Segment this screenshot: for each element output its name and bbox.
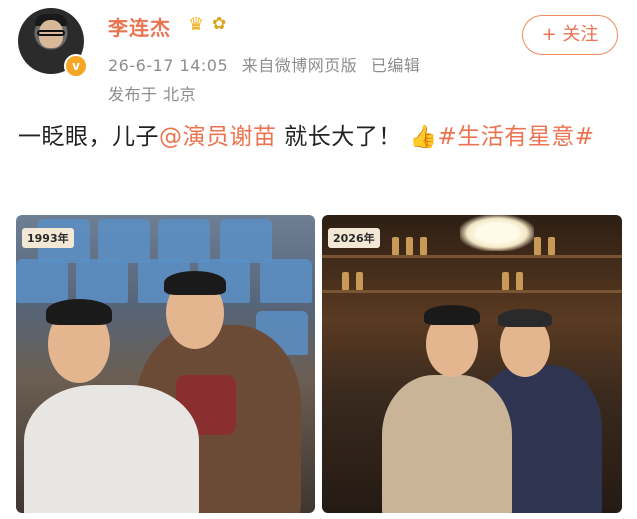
- post-text: 一眨眼，儿子@演员谢苗 就长大了！ 👍#生活有星意#: [18, 118, 624, 157]
- crown-icon[interactable]: ♛: [188, 14, 204, 35]
- child-hair: [46, 299, 112, 325]
- stadium-seat: [16, 259, 68, 303]
- younger-man-hair: [424, 305, 480, 325]
- bar-shelf: [322, 290, 622, 293]
- bottle: [502, 272, 509, 290]
- mention-link[interactable]: @演员谢苗: [159, 124, 277, 150]
- stadium-seat: [98, 219, 150, 263]
- bottle: [356, 272, 363, 290]
- follow-button[interactable]: + 关注: [522, 15, 618, 55]
- hashtag-link[interactable]: #生活有星意#: [438, 124, 595, 150]
- year-tag: 2026年: [328, 228, 380, 248]
- edited-label[interactable]: 已编辑: [371, 56, 421, 75]
- stadium-seat: [76, 259, 128, 303]
- stadium-seat: [260, 259, 312, 303]
- bottle: [342, 272, 349, 290]
- bottle: [516, 272, 523, 290]
- younger-man-figure: [382, 375, 512, 513]
- post-text-before: 一眨眼，儿子: [18, 124, 159, 150]
- bottle: [548, 237, 555, 255]
- photo-1993[interactable]: 1993年: [16, 215, 315, 513]
- bottle: [392, 237, 399, 255]
- avatar-glasses: [37, 30, 65, 36]
- bar-shelf: [322, 255, 622, 258]
- post-time[interactable]: 26-6-17 14:05: [108, 56, 228, 75]
- post-text-after: 就长大了！: [276, 124, 402, 150]
- bottle: [406, 237, 413, 255]
- bottle: [534, 237, 541, 255]
- flower-icon[interactable]: ✿: [212, 14, 226, 34]
- username[interactable]: 李连杰: [108, 12, 171, 41]
- thumbs-up-icon: 👍: [409, 125, 438, 150]
- stadium-seat: [158, 219, 210, 263]
- post-location: 发布于 北京: [108, 85, 197, 104]
- adult-hair: [164, 271, 226, 295]
- studio-lamp: [460, 215, 534, 251]
- older-man-hair: [498, 309, 552, 327]
- verified-badge-icon: v: [64, 54, 88, 78]
- post-meta: 26-6-17 14:05 来自微博网页版 已编辑: [108, 52, 428, 76]
- year-tag: 1993年: [22, 228, 74, 248]
- child-figure: [24, 385, 199, 513]
- bottle: [420, 237, 427, 255]
- stadium-seat: [220, 219, 272, 263]
- post-source: 来自微博网页版: [241, 56, 358, 75]
- photo-2026[interactable]: 2026年: [322, 215, 622, 513]
